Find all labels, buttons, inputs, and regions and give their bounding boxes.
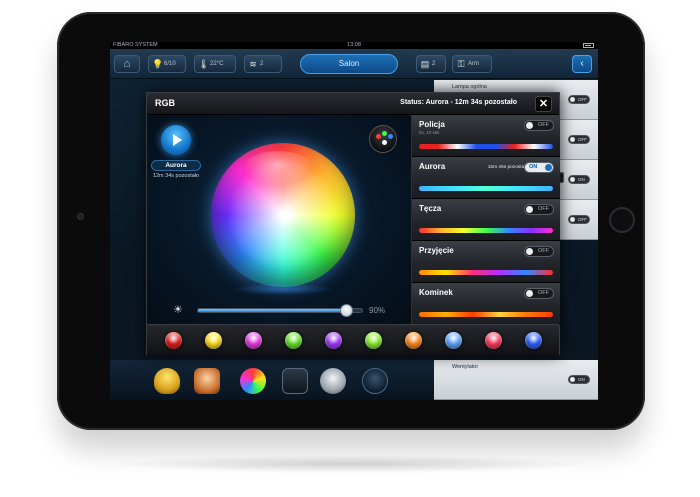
color-swatch[interactable] (284, 332, 302, 349)
lights-counter[interactable]: 💡 6/10 (148, 55, 186, 73)
door-icon[interactable] (282, 368, 308, 394)
lightbulb-icon[interactable] (154, 368, 180, 394)
user-icon[interactable] (362, 368, 388, 394)
program-row-przyjecie[interactable]: Przyjęcie OFF (412, 241, 560, 283)
wheel-gloss (243, 151, 313, 185)
palette-button[interactable] (369, 125, 397, 153)
alarm-icon: ⚿ (457, 59, 465, 69)
program-name: Aurora (419, 162, 446, 171)
device-toggle[interactable]: OFF (568, 215, 590, 224)
program-row-kominek[interactable]: Kominek OFF (412, 283, 560, 325)
top-toolbar: ⌂ 💡 6/10 🌡 22°C ≋ 2 Salon ▤ 2 ⚿ Arm ‹ (110, 49, 598, 79)
color-swatch[interactable] (444, 332, 462, 349)
program-color-strip (419, 228, 553, 233)
color-panel: Aurora 12m 34s pozostało ☀ 90% (147, 115, 411, 324)
program-color-strip (419, 270, 553, 275)
program-toggle[interactable]: OFF (524, 246, 554, 257)
back-button[interactable]: ‹ (572, 55, 592, 73)
brightness-fill (198, 309, 346, 312)
program-subtitle: 5s, 10 sek (419, 130, 440, 135)
program-toggle[interactable]: OFF (524, 288, 554, 299)
program-toggle[interactable]: OFF (524, 120, 554, 131)
program-toggle[interactable]: OFF (524, 204, 554, 215)
program-name: Przyjęcie (419, 246, 454, 255)
lightbulb-icon: 💡 (152, 59, 164, 69)
modal-title: RGB (155, 98, 175, 108)
thermometer-icon: 🌡 (198, 59, 210, 69)
device-row[interactable]: Wentylator ON (434, 360, 598, 400)
device-toggle[interactable]: ON (568, 175, 590, 184)
palette-dot (382, 131, 387, 136)
program-list: Policja 5s, 10 sek OFF Aurora 15m 45s po… (411, 115, 560, 325)
alarm-value: Arm (468, 61, 479, 67)
program-color-strip (419, 312, 553, 317)
blinds-counter[interactable]: ≋ 2 (244, 55, 282, 73)
play-program-button[interactable] (161, 125, 191, 155)
color-swatch[interactable] (244, 332, 262, 349)
status-bar: FIBARO SYSTEM 13:08 (110, 42, 598, 49)
modal-header: RGB Status: Aurora - 12m 34s pozostało ✕ (147, 93, 559, 115)
camera-icon (77, 213, 84, 220)
program-color-strip (419, 144, 553, 149)
brightness-icon: ☀ (173, 304, 183, 316)
program-color-strip (419, 186, 553, 191)
shutter-value: 2 (432, 61, 436, 67)
bottom-dock (110, 360, 434, 400)
color-swatch[interactable] (204, 332, 222, 349)
clock: 13:08 (347, 42, 361, 48)
blinds-value: 2 (260, 61, 264, 67)
lights-value: 6/10 (164, 61, 176, 67)
color-swatch[interactable] (324, 332, 342, 349)
program-row-policja[interactable]: Policja 5s, 10 sek OFF (412, 115, 560, 157)
app-screen: FIBARO SYSTEM 13:08 ⌂ 💡 6/10 🌡 22°C ≋ 2 … (110, 42, 598, 400)
color-swatch[interactable] (484, 332, 502, 349)
program-row-aurora[interactable]: Aurora 15m 45s pozostało ON (412, 157, 560, 199)
device-label: Wentylator (452, 364, 479, 370)
wheel-glow (233, 283, 333, 295)
brightness-thumb[interactable] (339, 304, 353, 317)
room-selector[interactable]: Salon (300, 54, 398, 74)
program-name: Tęcza (419, 204, 442, 213)
brightness-slider[interactable] (197, 304, 363, 317)
rgb-modal: RGB Status: Aurora - 12m 34s pozostało ✕… (146, 92, 560, 355)
program-remaining: 15m 45s pozostało (487, 165, 528, 170)
temperature-counter[interactable]: 🌡 22°C (194, 55, 236, 73)
program-name: Policja (419, 120, 445, 129)
device-toggle[interactable]: ON (568, 375, 590, 384)
device-toggle[interactable]: OFF (568, 95, 590, 104)
device-label: Lampa ogólna (452, 84, 487, 90)
close-button[interactable]: ✕ (535, 96, 552, 112)
camera-icon[interactable] (320, 368, 346, 394)
blinds-icon: ≋ (249, 59, 257, 69)
home-icon[interactable]: ⌂ (114, 55, 140, 73)
color-picker-handle[interactable] (283, 211, 291, 219)
program-row-tecza[interactable]: Tęcza OFF (412, 199, 560, 241)
color-swatch[interactable] (404, 332, 422, 349)
device-toggle[interactable]: OFF (568, 135, 590, 144)
tablet-shadow (110, 455, 590, 473)
color-swatch[interactable] (364, 332, 382, 349)
shutter-icon: ▤ (420, 59, 430, 69)
home-button[interactable] (609, 207, 635, 233)
shutter-counter[interactable]: ▤ 2 (416, 55, 446, 73)
program-toggle[interactable]: ON (524, 162, 554, 173)
rgb-icon[interactable] (240, 368, 266, 394)
palette-dot (376, 134, 381, 139)
alarm-button[interactable]: ⚿ Arm (452, 55, 492, 73)
alarm-sensor-icon[interactable] (194, 368, 220, 394)
temperature-value: 22°C (210, 61, 224, 67)
program-name: Kominek (419, 288, 453, 297)
palette-dot (382, 140, 387, 145)
palette-dot (388, 134, 393, 139)
modal-status: Status: Aurora - 12m 34s pozostało (400, 99, 517, 106)
color-swatch-bar (147, 324, 559, 355)
current-program-label: Aurora (151, 160, 201, 171)
color-swatch[interactable] (164, 332, 182, 349)
color-swatch[interactable] (524, 332, 542, 349)
brightness-value: 90% (369, 306, 386, 315)
current-program-remaining: 12m 34s pozostało (152, 173, 200, 179)
battery-icon (583, 43, 594, 48)
